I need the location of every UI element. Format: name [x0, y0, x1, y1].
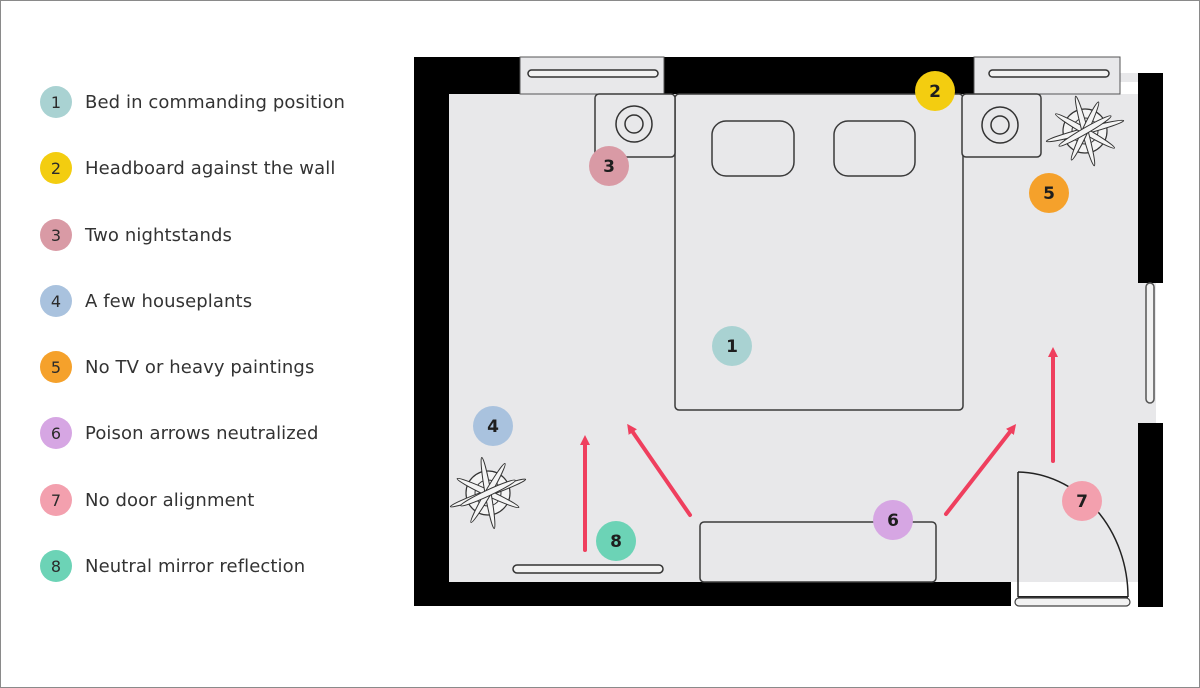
marker-4: 4 [473, 406, 513, 446]
window-top-left [519, 56, 665, 95]
bed [674, 93, 964, 411]
marker-8: 8 [596, 521, 636, 561]
marker-7: 7 [1062, 481, 1102, 521]
wall-top-left [414, 57, 520, 94]
marker-number: 3 [603, 157, 615, 177]
floor-corner [1120, 73, 1138, 82]
marker-number: 2 [929, 82, 941, 102]
window-top-right [973, 56, 1121, 95]
marker-1: 1 [712, 326, 752, 366]
door-threshold [1014, 597, 1131, 607]
marker-3: 3 [589, 146, 629, 186]
marker-number: 7 [1076, 492, 1088, 512]
marker-2: 2 [915, 71, 955, 111]
marker-number: 6 [887, 511, 899, 531]
window-right [1145, 282, 1155, 404]
marker-number: 5 [1043, 184, 1055, 204]
floor-plan: 1 2 3 4 5 6 7 8 [414, 56, 1163, 607]
marker-5: 5 [1029, 173, 1069, 213]
marker-number: 1 [726, 337, 738, 357]
mirror [512, 564, 664, 574]
wall-bottom [414, 582, 1011, 606]
marker-6: 6 [873, 500, 913, 540]
wall-right-top [1138, 73, 1163, 283]
pillow-right [833, 120, 916, 177]
pillow-left [711, 120, 795, 177]
nightstand-right [961, 93, 1042, 158]
marker-number: 4 [487, 417, 499, 437]
marker-number: 8 [610, 532, 622, 552]
wall-right-bottom [1138, 423, 1163, 607]
